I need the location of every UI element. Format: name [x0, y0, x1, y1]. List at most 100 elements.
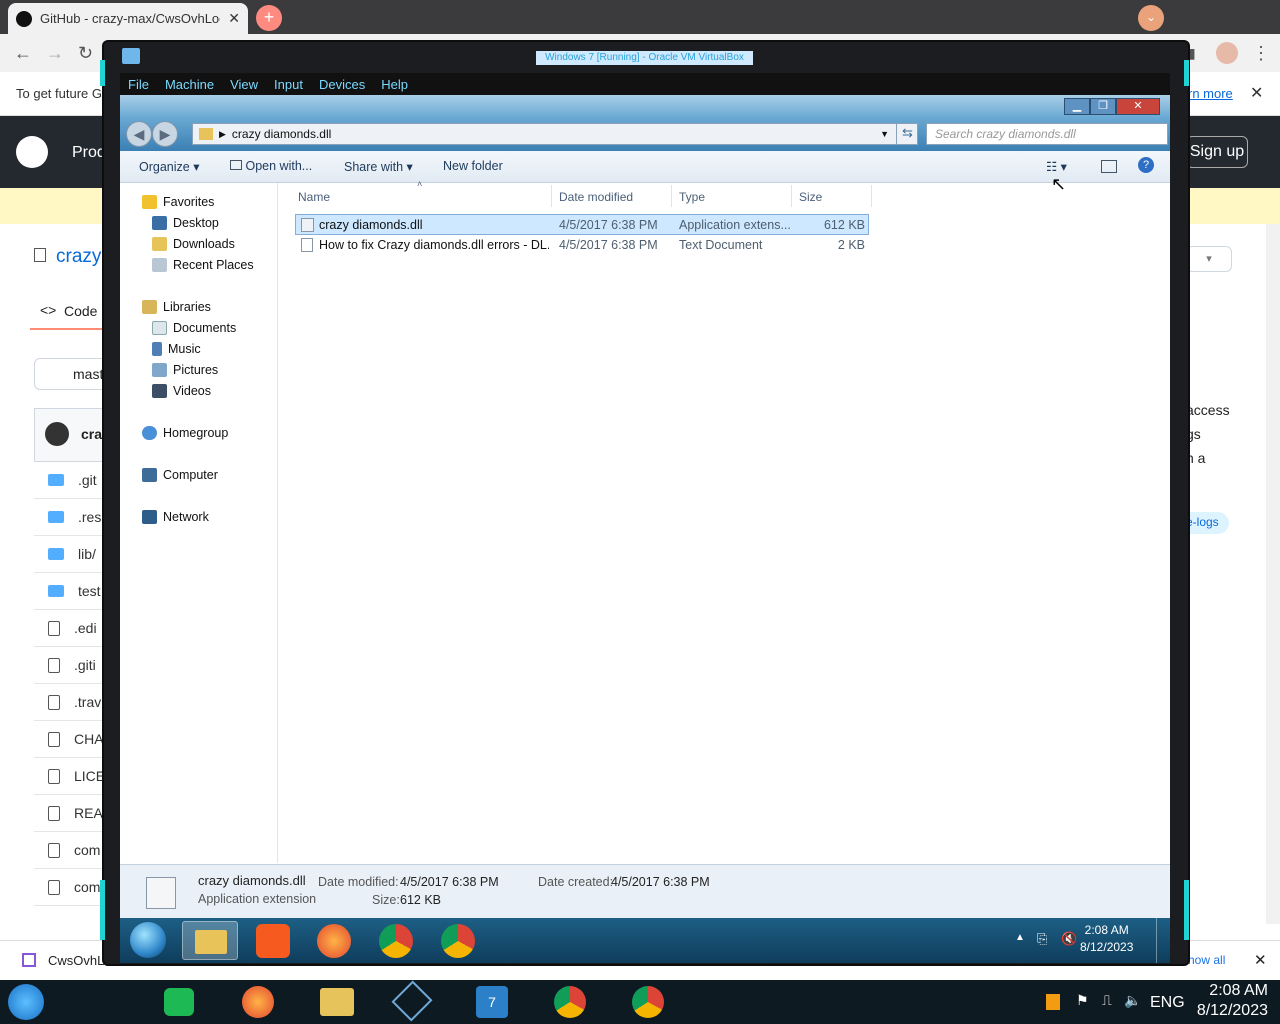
new-tab-button[interactable]: +	[256, 5, 282, 31]
vm-menu-machine[interactable]: Machine	[157, 77, 222, 92]
tab-code[interactable]: Code	[64, 303, 97, 319]
refresh-button[interactable]: ⇆	[896, 123, 918, 145]
virtualbox-icon[interactable]	[391, 980, 433, 1022]
file-row[interactable]: test	[34, 573, 114, 610]
signup-button[interactable]: Sign up	[1186, 136, 1248, 168]
file-row[interactable]: How to fix Crazy diamonds.dll errors - D…	[295, 235, 869, 256]
repo-name[interactable]: crazy-	[56, 246, 108, 268]
breadcrumb-arrow-icon[interactable]: ▶	[219, 129, 226, 140]
address-dropdown-icon[interactable]: ▼	[880, 129, 889, 139]
vm-menu-file[interactable]: File	[120, 77, 157, 92]
file-row[interactable]: LICE	[34, 758, 114, 795]
minimize-button[interactable]: ▁	[1064, 98, 1090, 115]
vm-menu-help[interactable]: Help	[373, 77, 416, 92]
file-row[interactable]: .res	[34, 499, 114, 536]
help-icon[interactable]: ?	[1138, 157, 1154, 173]
show-hidden-icons[interactable]: ▲	[1015, 932, 1025, 943]
download-name[interactable]: CwsOvhL	[48, 953, 104, 968]
nav-pictures[interactable]: Pictures	[152, 363, 218, 377]
language-indicator[interactable]: ENG	[1150, 994, 1185, 1012]
vm-window-icon[interactable]	[122, 48, 140, 64]
nav-favorites[interactable]: Favorites	[142, 195, 214, 209]
tab-search-button[interactable]: ⌄	[1138, 5, 1164, 31]
close-download-bar-icon[interactable]: ✕	[1254, 951, 1267, 969]
tray-app-icon[interactable]	[1046, 994, 1060, 1010]
nav-desktop[interactable]: Desktop	[152, 216, 219, 230]
sidebar-icon[interactable]: ▮	[1188, 45, 1196, 62]
firefox-icon[interactable]	[242, 986, 274, 1018]
vm-menu-devices[interactable]: Devices	[311, 77, 373, 92]
banner-close-icon[interactable]: ✕	[1250, 83, 1263, 103]
nav-downloads[interactable]: Downloads	[152, 237, 235, 251]
column-divider[interactable]	[791, 185, 792, 207]
nav-computer[interactable]: Computer	[142, 468, 218, 482]
share-with-button[interactable]: Share with ▾	[344, 159, 413, 174]
menu-icon[interactable]: ⋮	[1252, 43, 1270, 64]
nav-videos[interactable]: Videos	[152, 384, 211, 398]
file-row[interactable]: CHA	[34, 721, 114, 758]
preview-pane-icon[interactable]	[1101, 160, 1117, 173]
show-all-button[interactable]: how all	[1188, 953, 1225, 967]
search-input[interactable]: Search crazy diamonds.dll	[926, 123, 1168, 145]
guest-clock[interactable]: 2:08 AM 8/12/2023	[1080, 922, 1133, 956]
browser-tab[interactable]: GitHub - crazy-max/CwsOvhLogs ✕	[8, 3, 248, 34]
mute-volume-icon[interactable]: 🔇	[1061, 931, 1077, 947]
network-icon[interactable]: ⎍	[1102, 992, 1112, 1009]
forward-icon[interactable]: →	[46, 43, 64, 64]
host-clock-time[interactable]: 2:08 AM	[1192, 982, 1268, 1000]
chrome-icon[interactable]	[554, 986, 586, 1018]
maximize-button[interactable]: ❐	[1090, 98, 1116, 115]
column-name[interactable]: Name	[298, 190, 330, 204]
address-bar[interactable]: ▶ crazy diamonds.dll ▼	[192, 123, 918, 145]
action-center-icon[interactable]: ⎘	[1037, 931, 1047, 947]
brave-icon[interactable]	[256, 924, 290, 958]
back-button[interactable]: ◀	[126, 121, 152, 147]
nav-recent-places[interactable]: Recent Places	[152, 258, 254, 272]
file-row[interactable]: .trav	[34, 684, 114, 721]
banner-link[interactable]: rn more	[1188, 86, 1233, 101]
windows-start-orb-icon[interactable]	[130, 922, 166, 958]
nav-network[interactable]: Network	[142, 510, 209, 524]
file-explorer-icon[interactable]	[320, 988, 354, 1016]
github-logo-icon[interactable]	[16, 136, 48, 168]
file-row[interactable]: .edi	[34, 610, 114, 647]
volume-icon[interactable]: 🔈	[1124, 992, 1141, 1009]
nav-libraries[interactable]: Libraries	[142, 300, 211, 314]
column-divider[interactable]	[871, 185, 872, 207]
product-menu[interactable]: Prod	[72, 144, 106, 162]
start-button-icon[interactable]	[8, 984, 44, 1020]
file-row[interactable]: .giti	[34, 647, 114, 684]
branch-selector[interactable]: mast	[34, 358, 114, 390]
close-button[interactable]: ✕	[1116, 98, 1160, 115]
dropdown-button[interactable]: ▾	[1186, 246, 1232, 272]
file-row[interactable]: .git	[34, 462, 114, 499]
chrome-profile-icon[interactable]	[632, 986, 664, 1018]
windows7-vm-icon[interactable]: 7	[476, 986, 508, 1018]
chrome-canary-icon[interactable]	[441, 924, 475, 958]
column-type[interactable]: Type	[679, 190, 705, 204]
chrome-icon[interactable]	[379, 924, 413, 958]
column-divider[interactable]	[671, 185, 672, 207]
view-options-icon[interactable]: ☷ ▾	[1046, 159, 1067, 174]
file-row[interactable]: com	[34, 832, 114, 869]
column-date-modified[interactable]: Date modified	[559, 190, 633, 204]
new-folder-button[interactable]: New folder	[443, 159, 503, 173]
host-clock-date[interactable]: 8/12/2023	[1192, 1002, 1268, 1020]
file-row[interactable]: lib/	[34, 536, 114, 573]
reload-icon[interactable]: ↻	[78, 43, 93, 64]
explorer-taskbar-button[interactable]	[182, 921, 238, 960]
vm-menu-view[interactable]: View	[222, 77, 266, 92]
show-desktop-button[interactable]	[1156, 918, 1168, 963]
close-tab-icon[interactable]: ✕	[228, 10, 240, 27]
notes-app-icon[interactable]	[164, 988, 194, 1016]
open-with-button[interactable]: Open with...	[230, 159, 312, 173]
file-row-selected[interactable]: crazy diamonds.dll 4/5/2017 6:38 PM Appl…	[295, 214, 869, 235]
nav-music[interactable]: Music	[152, 342, 201, 356]
page-scrollbar[interactable]	[1266, 224, 1280, 924]
column-size[interactable]: Size	[799, 190, 822, 204]
forward-button[interactable]: ▶	[152, 121, 178, 147]
back-icon[interactable]: ←	[14, 43, 32, 64]
nav-homegroup[interactable]: Homegroup	[142, 426, 228, 440]
organize-button[interactable]: Organize ▾	[139, 159, 199, 174]
address-path[interactable]: crazy diamonds.dll	[232, 127, 331, 141]
